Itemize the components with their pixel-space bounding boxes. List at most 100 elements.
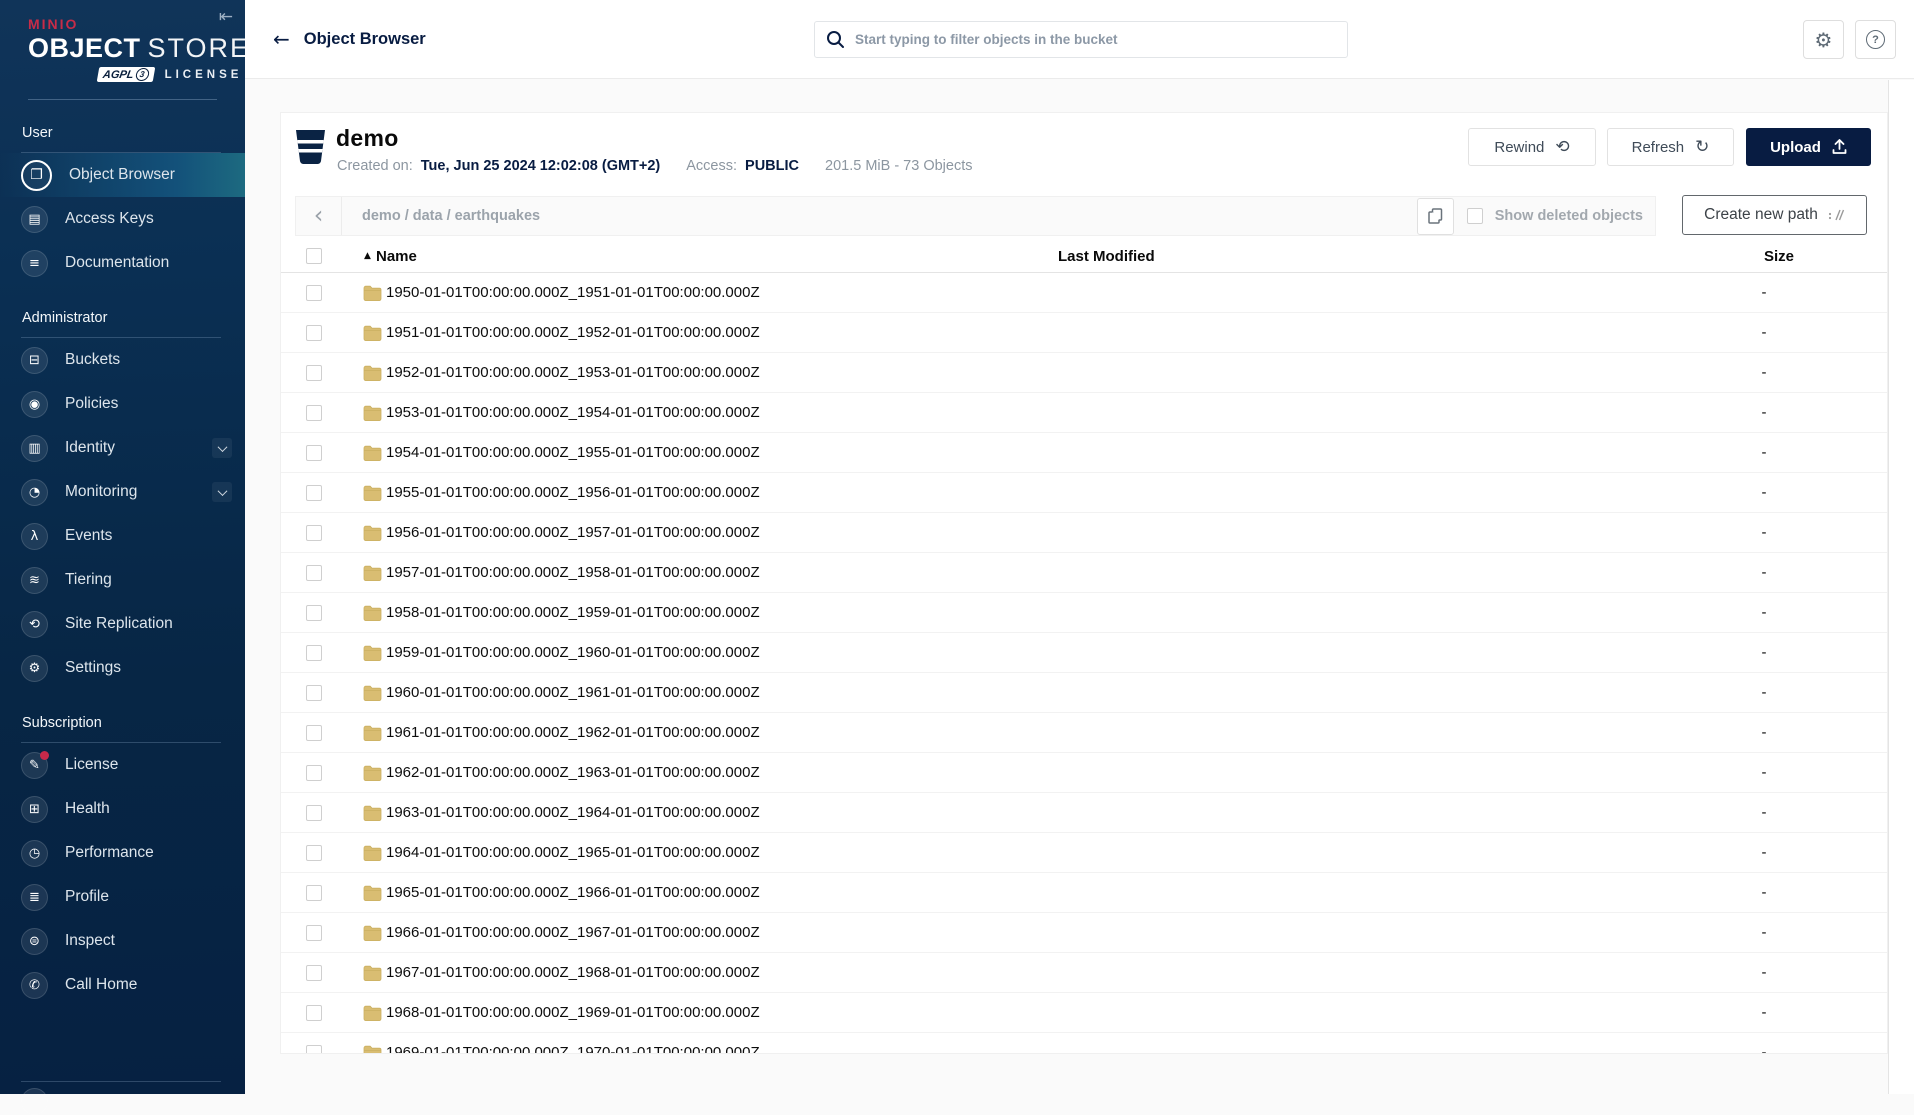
sidebar-item[interactable]: ◔ Monitoring xyxy=(0,470,245,514)
table-row[interactable]: 1957-01-01T00:00:00.000Z_1958-01-01T00:0… xyxy=(281,553,1887,593)
object-name: 1959-01-01T00:00:00.000Z_1960-01-01T00:0… xyxy=(386,633,760,672)
folder-icon xyxy=(363,405,382,421)
top-bar: ← Object Browser ⚙ ? xyxy=(245,0,1914,79)
table-row[interactable]: 1953-01-01T00:00:00.000Z_1954-01-01T00:0… xyxy=(281,393,1887,433)
row-checkbox[interactable] xyxy=(306,365,322,381)
table-row[interactable]: 1960-01-01T00:00:00.000Z_1961-01-01T00:0… xyxy=(281,673,1887,713)
row-checkbox[interactable] xyxy=(306,845,322,861)
object-name: 1960-01-01T00:00:00.000Z_1961-01-01T00:0… xyxy=(386,673,760,712)
sort-ascending-icon[interactable]: ▲ xyxy=(364,251,371,261)
table-row[interactable]: 1954-01-01T00:00:00.000Z_1955-01-01T00:0… xyxy=(281,433,1887,473)
partial-icon-circle xyxy=(21,1088,48,1115)
row-checkbox[interactable] xyxy=(306,645,322,661)
row-checkbox[interactable] xyxy=(306,525,322,541)
row-checkbox[interactable] xyxy=(306,965,322,981)
sidebar-item[interactable]: ❐ Object Browser xyxy=(0,153,245,197)
select-all-checkbox[interactable] xyxy=(306,248,322,264)
show-deleted-checkbox[interactable] xyxy=(1467,208,1483,224)
sidebar-item[interactable]: ▥ Identity xyxy=(0,426,245,470)
create-new-path-button[interactable]: Create new path xyxy=(1682,195,1867,235)
table-row[interactable]: 1962-01-01T00:00:00.000Z_1963-01-01T00:0… xyxy=(281,753,1887,793)
table-row[interactable]: 1968-01-01T00:00:00.000Z_1969-01-01T00:0… xyxy=(281,993,1887,1033)
search-input[interactable] xyxy=(814,21,1348,58)
row-checkbox[interactable] xyxy=(306,1045,322,1053)
object-name: 1962-01-01T00:00:00.000Z_1963-01-01T00:0… xyxy=(386,753,760,792)
path-back-button[interactable]: ‹ xyxy=(296,197,342,235)
sidebar-item[interactable]: ≡ Documentation xyxy=(0,241,245,285)
table-row[interactable]: 1964-01-01T00:00:00.000Z_1965-01-01T00:0… xyxy=(281,833,1887,873)
chevron-down-icon[interactable] xyxy=(212,438,232,458)
object-size: - xyxy=(1753,433,1775,472)
sidebar-item[interactable]: λ Events xyxy=(0,514,245,558)
sidebar-item[interactable]: ◉ Policies xyxy=(0,382,245,426)
refresh-icon: ↻ xyxy=(1695,137,1709,157)
sidebar-item[interactable]: ≋ Tiering xyxy=(0,558,245,602)
row-checkbox[interactable] xyxy=(306,925,322,941)
row-checkbox[interactable] xyxy=(306,685,322,701)
refresh-button[interactable]: Refresh ↻ xyxy=(1607,128,1734,166)
sidebar-item[interactable]: ⚙ Settings xyxy=(0,646,245,690)
row-checkbox[interactable] xyxy=(306,725,322,741)
table-row[interactable]: 1951-01-01T00:00:00.000Z_1952-01-01T00:0… xyxy=(281,313,1887,353)
table-row[interactable]: 1965-01-01T00:00:00.000Z_1966-01-01T00:0… xyxy=(281,873,1887,913)
sidebar-item[interactable]: ⊜ Inspect xyxy=(0,919,245,963)
table-row[interactable]: 1956-01-01T00:00:00.000Z_1957-01-01T00:0… xyxy=(281,513,1887,553)
row-checkbox[interactable] xyxy=(306,565,322,581)
sidebar-item[interactable]: ≣ Profile xyxy=(0,875,245,919)
object-size: - xyxy=(1753,593,1775,632)
row-checkbox[interactable] xyxy=(306,805,322,821)
row-checkbox[interactable] xyxy=(306,285,322,301)
chevron-down-icon[interactable] xyxy=(212,482,232,502)
column-header-name[interactable]: Name xyxy=(376,248,417,265)
row-checkbox[interactable] xyxy=(306,485,322,501)
rewind-button[interactable]: Rewind ⟲ xyxy=(1468,128,1596,166)
table-row[interactable]: 1952-01-01T00:00:00.000Z_1953-01-01T00:0… xyxy=(281,353,1887,393)
table-row[interactable]: 1967-01-01T00:00:00.000Z_1968-01-01T00:0… xyxy=(281,953,1887,993)
sidebar-item[interactable]: ◷ Performance xyxy=(0,831,245,875)
collapse-sidebar-icon[interactable]: ⇤ xyxy=(219,7,233,27)
show-deleted-toggle: Show deleted objects xyxy=(1467,208,1643,224)
table-row[interactable]: 1963-01-01T00:00:00.000Z_1964-01-01T00:0… xyxy=(281,793,1887,833)
scrollbar-track[interactable] xyxy=(1888,80,1914,1094)
sidebar-item[interactable]: ⊞ Health xyxy=(0,787,245,831)
row-checkbox[interactable] xyxy=(306,885,322,901)
sidebar-item-label: Profile xyxy=(65,888,109,906)
sidebar-item[interactable]: ⊟ Buckets xyxy=(0,338,245,382)
table-row[interactable]: 1958-01-01T00:00:00.000Z_1959-01-01T00:0… xyxy=(281,593,1887,633)
back-arrow-icon[interactable]: ← xyxy=(273,27,290,51)
object-name: 1953-01-01T00:00:00.000Z_1954-01-01T00:0… xyxy=(386,393,760,432)
object-size: - xyxy=(1753,393,1775,432)
breadcrumb[interactable]: demo / data / earthquakes xyxy=(362,208,1417,224)
table-row[interactable]: 1959-01-01T00:00:00.000Z_1960-01-01T00:0… xyxy=(281,633,1887,673)
table-row[interactable]: 1950-01-01T00:00:00.000Z_1951-01-01T00:0… xyxy=(281,273,1887,313)
table-row[interactable]: 1955-01-01T00:00:00.000Z_1956-01-01T00:0… xyxy=(281,473,1887,513)
object-size: - xyxy=(1753,353,1775,392)
sidebar-item[interactable]: ▤ Access Keys xyxy=(0,197,245,241)
buckets-icon: ⊟ xyxy=(21,347,48,374)
copy-path-button[interactable] xyxy=(1417,198,1454,235)
created-label: Created on: xyxy=(337,158,413,174)
help-button[interactable]: ? xyxy=(1855,20,1896,59)
table-row[interactable]: 1969-01-01T00:00:00.000Z_1970-01-01T00:0… xyxy=(281,1033,1887,1053)
bucket-icon xyxy=(295,130,326,165)
created-value: Tue, Jun 25 2024 12:02:08 (GMT+2) xyxy=(421,158,660,174)
row-checkbox[interactable] xyxy=(306,1005,322,1021)
object-name: 1955-01-01T00:00:00.000Z_1956-01-01T00:0… xyxy=(386,473,760,512)
row-checkbox[interactable] xyxy=(306,325,322,341)
table-row[interactable]: 1961-01-01T00:00:00.000Z_1962-01-01T00:0… xyxy=(281,713,1887,753)
sidebar-item[interactable]: ✆ Call Home xyxy=(0,963,245,1007)
upload-button[interactable]: Upload xyxy=(1746,128,1871,166)
table-row[interactable]: 1966-01-01T00:00:00.000Z_1967-01-01T00:0… xyxy=(281,913,1887,953)
column-header-last-modified[interactable]: Last Modified xyxy=(1058,248,1155,265)
folder-icon xyxy=(363,325,382,341)
column-header-size[interactable]: Size xyxy=(1764,248,1794,265)
row-checkbox[interactable] xyxy=(306,445,322,461)
row-checkbox[interactable] xyxy=(306,605,322,621)
sidebar-item[interactable]: ✎ License xyxy=(0,743,245,787)
access-keys-icon: ▤ xyxy=(21,206,48,233)
row-checkbox[interactable] xyxy=(306,405,322,421)
sidebar-item-label: Identity xyxy=(65,439,115,457)
sidebar-item[interactable]: ⟲ Site Replication xyxy=(0,602,245,646)
row-checkbox[interactable] xyxy=(306,765,322,781)
settings-button[interactable]: ⚙ xyxy=(1803,20,1844,59)
